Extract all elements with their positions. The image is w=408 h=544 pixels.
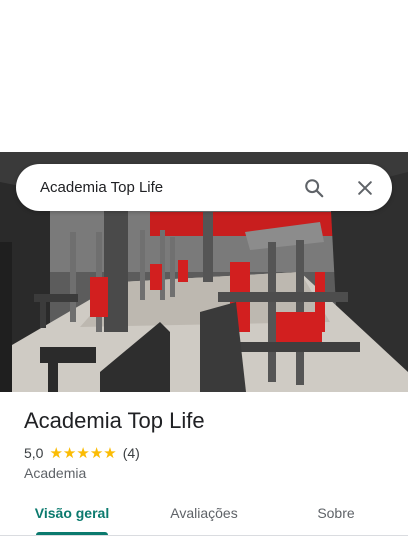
star-icon: ★ (62, 444, 77, 462)
star-icon: ★ (103, 444, 117, 462)
tab-reviews[interactable]: Avaliações (150, 492, 258, 535)
close-icon (358, 181, 372, 195)
search-icon (305, 179, 324, 198)
close-button[interactable] (351, 174, 379, 202)
active-tab-indicator (36, 532, 108, 535)
tab-overview[interactable]: Visão geral (22, 492, 122, 535)
star-icon: ★ (76, 444, 90, 462)
search-button[interactable] (300, 174, 328, 202)
star-icon: ★ (49, 444, 63, 462)
rating-value: 5,0 (24, 445, 44, 461)
search-input[interactable]: Academia Top Life (40, 164, 163, 211)
tab-about[interactable]: Sobre (296, 492, 376, 535)
search-bar[interactable]: Academia Top Life (16, 164, 392, 211)
place-category: Academia (24, 465, 87, 481)
star-rating: ★ ★ ★ ★ ★ (49, 446, 116, 461)
place-title: Academia Top Life (24, 408, 205, 433)
review-count[interactable]: (4) (123, 445, 140, 461)
star-icon: ★ (89, 444, 104, 462)
rating-row[interactable]: 5,0 ★ ★ ★ ★ ★ (4) (24, 444, 140, 462)
tab-bar: Visão geral Avaliações Sobre (0, 492, 408, 536)
